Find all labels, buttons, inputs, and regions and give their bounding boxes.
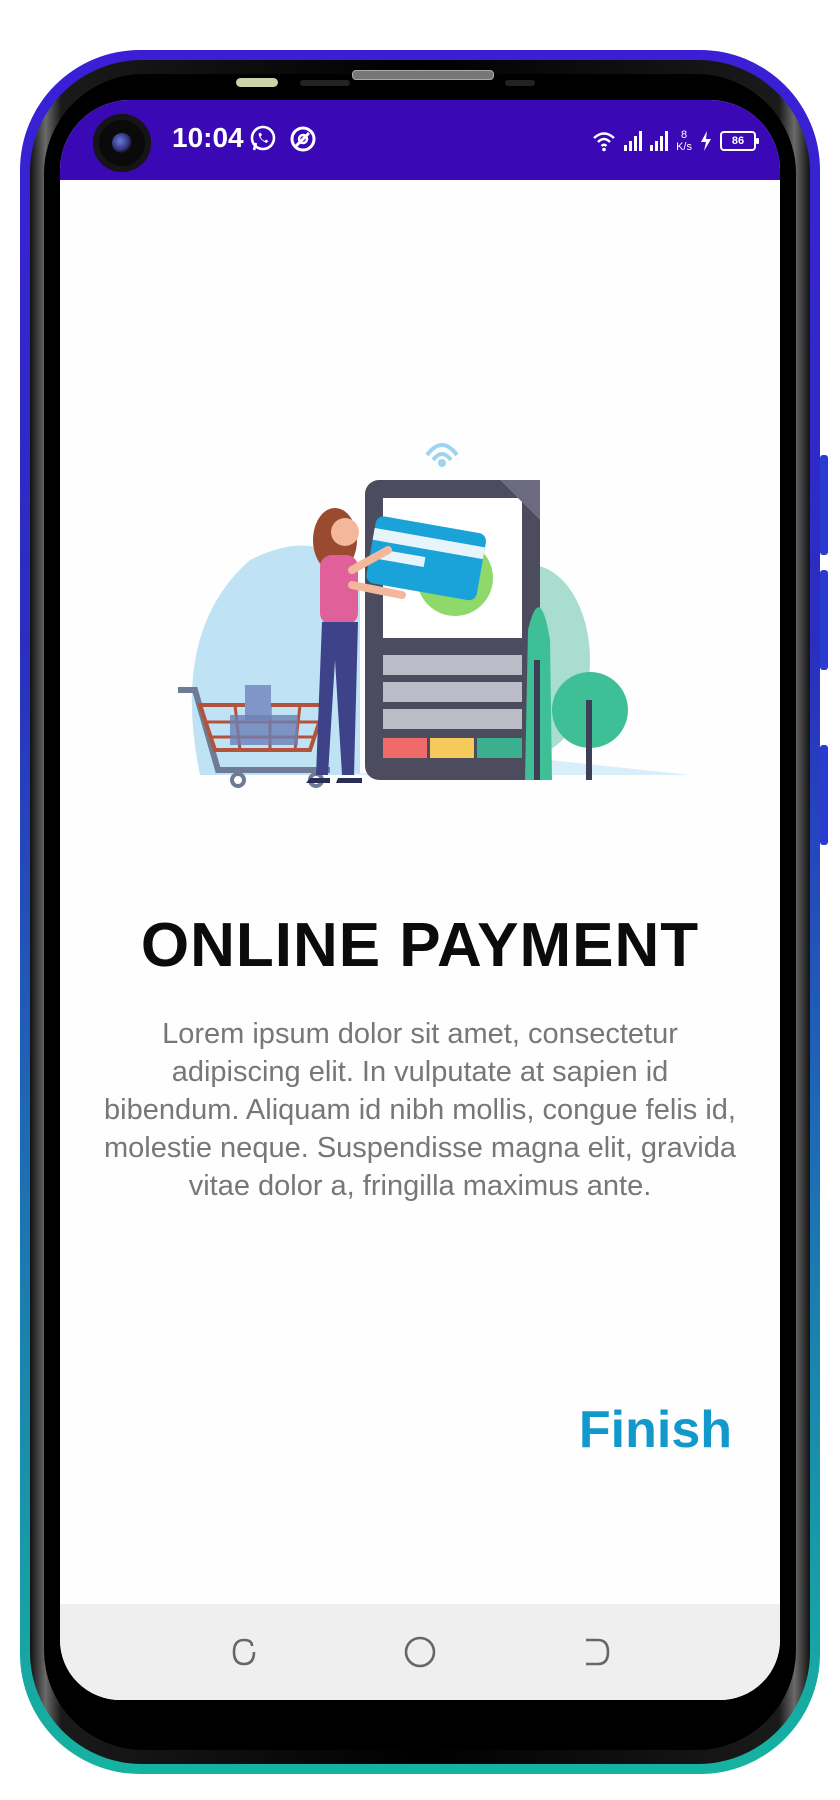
page-title: ONLINE PAYMENT (140, 911, 700, 980)
volume-down-button (820, 570, 828, 670)
home-icon[interactable] (400, 1632, 440, 1672)
whatsapp-icon (250, 125, 276, 151)
notification-led (236, 78, 278, 87)
volume-up-button (820, 455, 828, 555)
light-sensor (505, 80, 535, 86)
app-notification-icon (290, 126, 316, 152)
proximity-sensor (300, 80, 350, 86)
battery-level: 86 (731, 135, 745, 147)
phone-screen: 10:04 8 K/s 86 ONLINE PAYMENT Lorem ipsu… (60, 100, 780, 1700)
battery-icon: 86 (720, 131, 759, 151)
signal-icon-sim2 (650, 131, 669, 151)
power-button (820, 745, 828, 845)
page-description: Lorem ipsum dolor sit amet, consectetur … (104, 1018, 736, 1202)
network-speed-value: 8 (680, 129, 688, 141)
status-right-group: 8 K/s 86 (592, 126, 759, 156)
online-payment-illustration (178, 443, 690, 788)
status-time: 10:04 (172, 122, 244, 153)
earpiece-speaker (352, 70, 494, 80)
wifi-icon (593, 132, 615, 152)
recents-icon[interactable] (224, 1632, 264, 1672)
front-camera-icon (93, 114, 151, 172)
finish-button[interactable]: Finish (579, 1400, 732, 1460)
signal-icon (624, 131, 643, 151)
navigation-bar (60, 1604, 780, 1700)
status-bar: 10:04 8 K/s 86 (60, 100, 780, 180)
charging-icon (701, 131, 711, 151)
network-speed-unit: K/s (676, 141, 692, 153)
back-icon[interactable] (576, 1632, 616, 1672)
network-speed: 8 K/s (676, 129, 692, 153)
